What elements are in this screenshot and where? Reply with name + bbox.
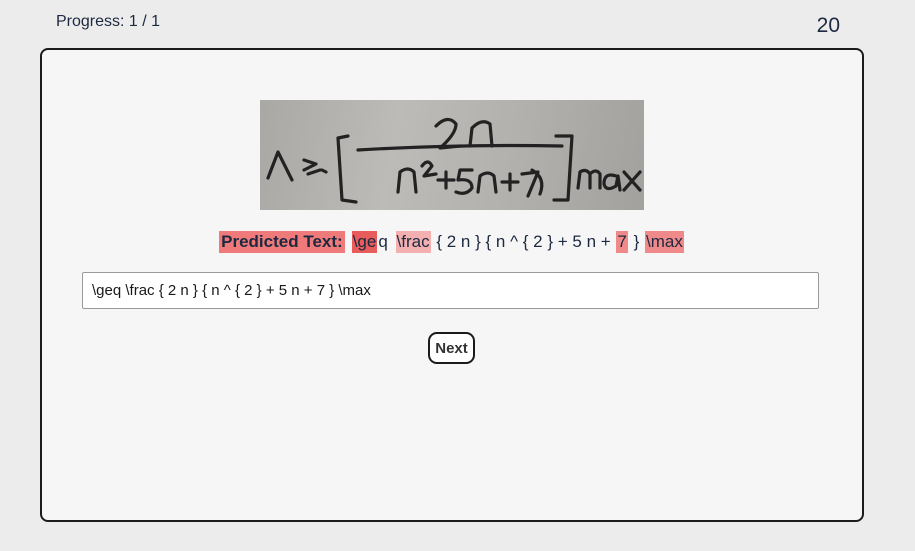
labeling-card: Predicted Text: \ge q \frac { 2 n } { n ^ … <box>40 48 864 522</box>
predicted-text-row: Predicted Text: \ge q \frac { 2 n } { n ^ … <box>42 230 862 254</box>
item-counter: 20 <box>816 14 840 37</box>
handwritten-formula-image <box>260 100 644 210</box>
predicted-token <box>389 231 396 253</box>
predicted-token: q <box>378 232 388 251</box>
predicted-text-label: Predicted Text: <box>219 231 345 253</box>
predicted-token: } <box>628 232 644 251</box>
predicted-token: \frac <box>395 231 431 253</box>
predicted-tokens: \ge q \frac { 2 n } { n ^ { 2 } + 5 n + 7… <box>351 230 685 254</box>
answer-input[interactable] <box>82 272 819 309</box>
next-button[interactable]: Next <box>428 332 475 364</box>
predicted-token: \ge <box>351 231 378 253</box>
predicted-token: 7 <box>616 231 628 253</box>
predicted-token: \max <box>645 231 684 253</box>
progress-indicator: Progress: 1 / 1 <box>56 13 161 30</box>
predicted-token: { 2 n } { n ^ { 2 } + 5 n + <box>431 232 616 251</box>
